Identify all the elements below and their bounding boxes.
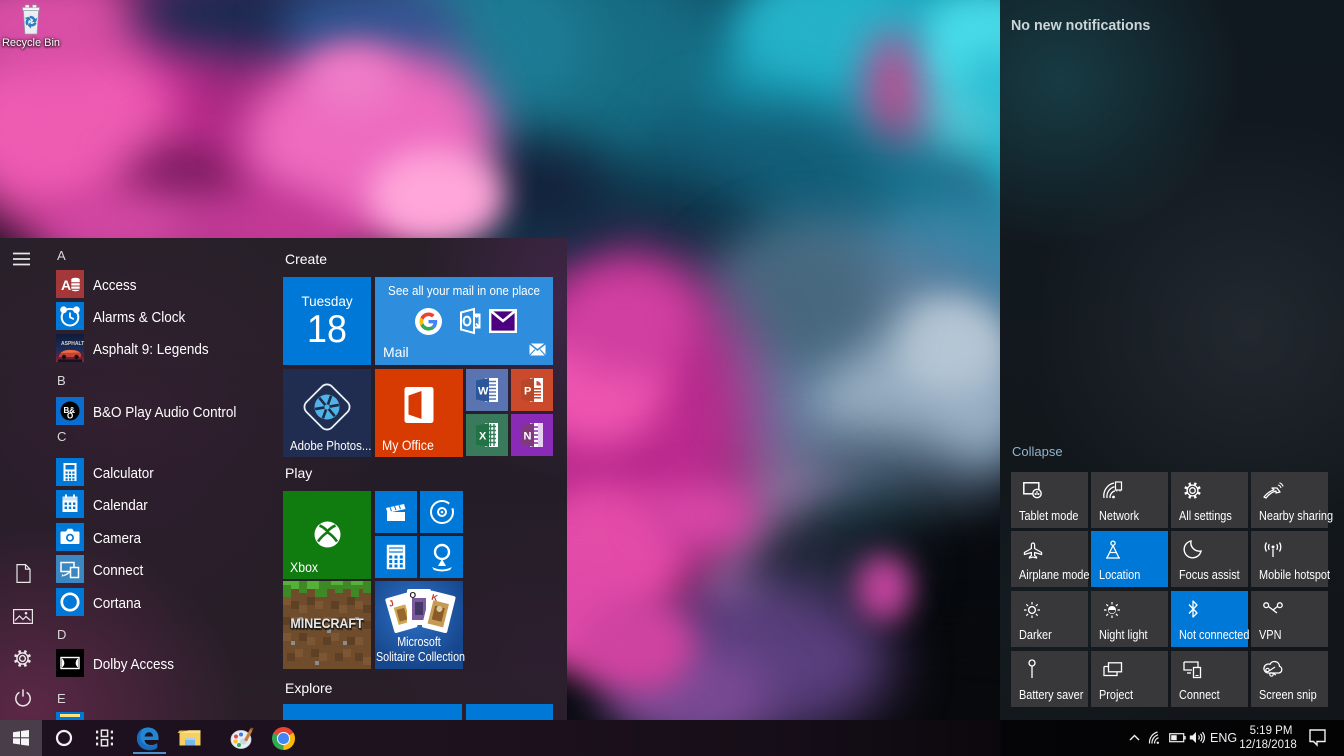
svg-text:W: W	[478, 386, 489, 398]
svg-text:O: O	[67, 412, 73, 421]
svg-text:X: X	[479, 431, 487, 443]
svg-text:N: N	[524, 431, 532, 443]
svg-text:ASPHALT: ASPHALT	[61, 341, 84, 347]
svg-text:P: P	[524, 386, 531, 398]
svg-text:A: A	[61, 277, 71, 293]
